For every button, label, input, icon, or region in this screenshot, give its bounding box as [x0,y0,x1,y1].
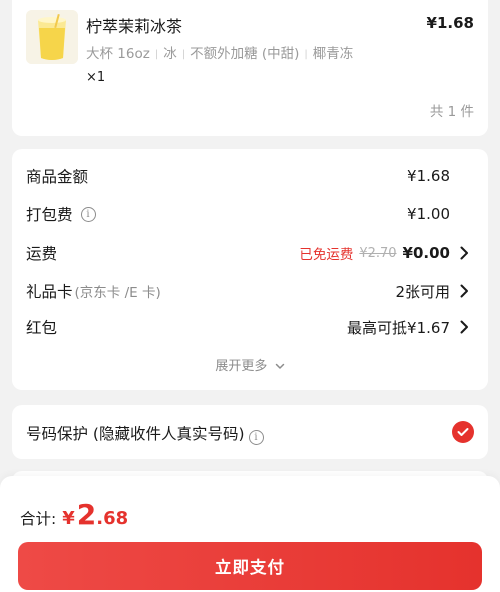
goods-amount-label: 商品金额 [26,168,89,186]
info-icon[interactable]: i [248,430,264,445]
total-decimal: .68 [96,508,129,529]
expand-more-label: 展开更多 [215,359,268,374]
chevron-down-icon [275,359,285,374]
goods-amount-value: ¥1.68 [407,167,450,185]
product-quantity: ×1 [86,70,106,85]
spec-sugar: 不额外加糖 (中甜) [190,46,300,62]
number-protection-checkbox[interactable] [452,421,474,443]
total-label: 合计: [20,510,57,528]
pay-now-button[interactable]: 立即支付 [18,542,482,590]
total-amount: 合计: ¥ 2 .68 [20,498,128,531]
spec-ice: 冰 [163,46,177,62]
red-packet-row[interactable]: 红包 最高可抵¥1.67 [26,315,474,339]
product-price: ¥1.68 [426,14,474,32]
price-details-card: 商品金额 ¥1.68 打包费 i ¥1.00 运费 已免运费 ¥2.70 ¥0.… [12,149,488,390]
shipping-value-group: 已免运费 ¥2.70 ¥0.00 [299,243,450,263]
info-icon[interactable]: i [80,206,96,222]
product-name[interactable]: 柠萃茉莉冰茶 [86,13,182,37]
total-integer: 2 [76,498,97,531]
spec-divider: | [181,49,186,60]
total-currency: ¥ [62,508,75,529]
item-count: 共 1 件 [429,104,474,120]
original-shipping-price: ¥2.70 [359,245,397,261]
red-packet-label: 红包 [26,319,58,337]
product-card: 柠萃茉莉冰茶 ¥1.68 大杯 16oz | 冰 | 不额外加糖 (中甜) | 椰青冻 ×1… [12,0,488,136]
packing-fee-row: 打包费 i ¥1.00 [26,202,474,226]
number-protection-text: 号码保护 (隐藏收件人真实号码) [26,425,245,443]
goods-amount-row: 商品金额 ¥1.68 [26,164,474,188]
packing-fee-label: 打包费 [26,206,73,224]
gift-card-value: 2张可用 [395,282,450,301]
shipping-value: ¥0.00 [402,244,450,262]
packing-fee-value: ¥1.00 [407,205,450,223]
number-protection-label: 号码保护 (隐藏收件人真实号码) i [26,422,264,445]
spec-topping: 椰青冻 [312,46,354,62]
spec-divider: | [304,49,308,60]
spec-size: 大杯 16oz [86,46,150,62]
chevron-right-icon[interactable] [456,283,472,299]
shipping-row[interactable]: 运费 已免运费 ¥2.70 ¥0.00 [26,241,474,265]
chevron-right-icon[interactable] [456,319,472,335]
checkout-bar: 合计: ¥ 2 .68 立即支付 [0,476,500,592]
gift-card-row[interactable]: 礼品卡 (京东卡 /E 卡) 2张可用 [26,279,474,303]
shipping-label: 运费 [26,245,58,263]
gift-card-label: 礼品卡 [26,283,73,301]
checkmark-icon [457,428,469,436]
chevron-right-icon[interactable] [456,245,472,261]
gift-card-sub: (京东卡 /E 卡) [74,285,161,301]
red-packet-value: 最高可抵¥1.67 [347,318,450,337]
number-protection-card: 号码保护 (隐藏收件人真实号码) i [12,405,488,459]
product-specs: 大杯 16oz | 冰 | 不额外加糖 (中甜) | 椰青冻 [86,42,353,62]
expand-more-button[interactable]: 展开更多 [12,355,488,374]
free-shipping-text: 已免运费 [299,247,354,263]
spec-divider: | [154,49,159,60]
product-image[interactable] [26,10,78,64]
